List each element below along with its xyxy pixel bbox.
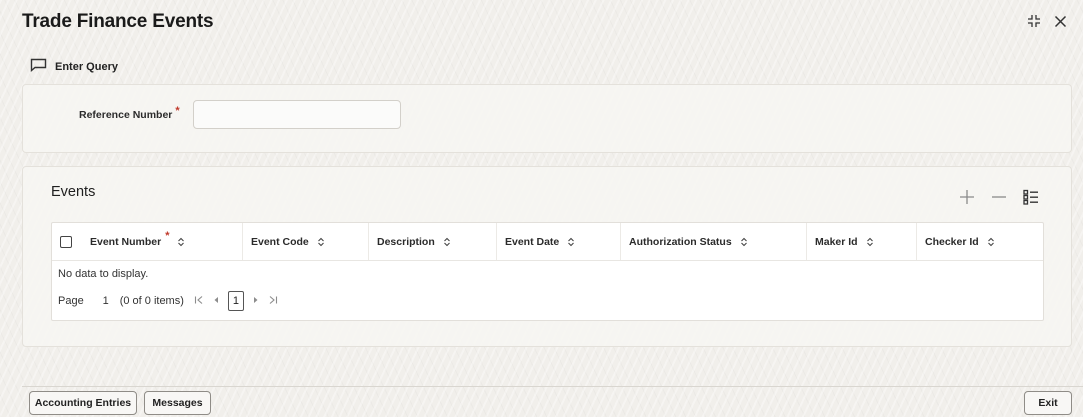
column-event-number-label: Event Number [90,235,162,248]
delete-row-icon[interactable] [989,187,1009,207]
events-panel: Events Event Number * Event Code Descrip… [22,166,1072,347]
reference-number-input[interactable] [193,100,401,129]
window-controls [1025,12,1069,30]
column-authorization-status-label: Authorization Status [629,235,732,248]
first-page-icon[interactable] [194,295,204,308]
empty-message: No data to display. [58,268,149,280]
close-icon[interactable] [1051,12,1069,30]
sort-icon[interactable] [567,237,575,247]
enter-query-button[interactable]: Enter Query [30,58,118,75]
sort-icon[interactable] [866,237,874,247]
query-panel: Reference Number * [22,84,1072,153]
reference-number-label: Reference Number * [79,105,180,121]
sort-icon[interactable] [177,237,185,247]
pagination-info: (0 of 0 items) [119,295,184,307]
last-page-icon[interactable] [268,295,278,308]
column-maker-id-label: Maker Id [815,235,858,248]
add-row-icon[interactable] [957,187,977,207]
page-title: Trade Finance Events [22,11,214,32]
events-toolbar [957,187,1041,207]
select-all-checkbox[interactable] [60,235,72,248]
page-label: Page [58,295,84,307]
reference-number-label-text: Reference Number [79,109,173,121]
next-page-icon[interactable] [252,295,260,308]
footer-divider [22,386,1083,387]
required-indicator: * [165,229,170,242]
single-view-icon[interactable] [1021,187,1041,207]
column-event-code-label: Event Code [251,235,309,248]
events-grid: Event Number * Event Code Description Eve… [51,222,1044,321]
comment-icon [30,58,47,75]
column-event-code[interactable]: Event Code [242,223,368,260]
sort-icon[interactable] [987,237,995,247]
enter-query-label: Enter Query [55,60,118,73]
sort-icon[interactable] [317,237,325,247]
select-all-cell [52,223,82,260]
required-indicator: * [175,105,180,117]
events-title: Events [51,184,96,200]
column-authorization-status[interactable]: Authorization Status [620,223,806,260]
current-page-button[interactable]: 1 [227,291,244,311]
column-description-label: Description [377,235,435,248]
column-description[interactable]: Description [368,223,496,260]
grid-header: Event Number * Event Code Description Eve… [52,223,1043,261]
column-event-date-label: Event Date [505,235,560,248]
accounting-entries-button[interactable]: Accounting Entries [29,391,137,415]
previous-page-icon[interactable] [212,295,220,308]
column-event-number[interactable]: Event Number * [82,223,242,260]
minimize-icon[interactable] [1025,12,1043,30]
exit-button[interactable]: Exit [1024,391,1072,415]
page-number-input[interactable]: 1 [96,295,116,307]
column-checker-id-label: Checker Id [925,235,979,248]
messages-button[interactable]: Messages [144,391,211,415]
sort-icon[interactable] [443,237,451,247]
pagination: Page 1 (0 of 0 items) 1 [52,285,1043,311]
column-event-date[interactable]: Event Date [496,223,620,260]
column-maker-id[interactable]: Maker Id [806,223,916,260]
sort-icon[interactable] [740,237,748,247]
column-checker-id[interactable]: Checker Id [916,223,1043,260]
page-navigation: 1 [194,291,278,311]
